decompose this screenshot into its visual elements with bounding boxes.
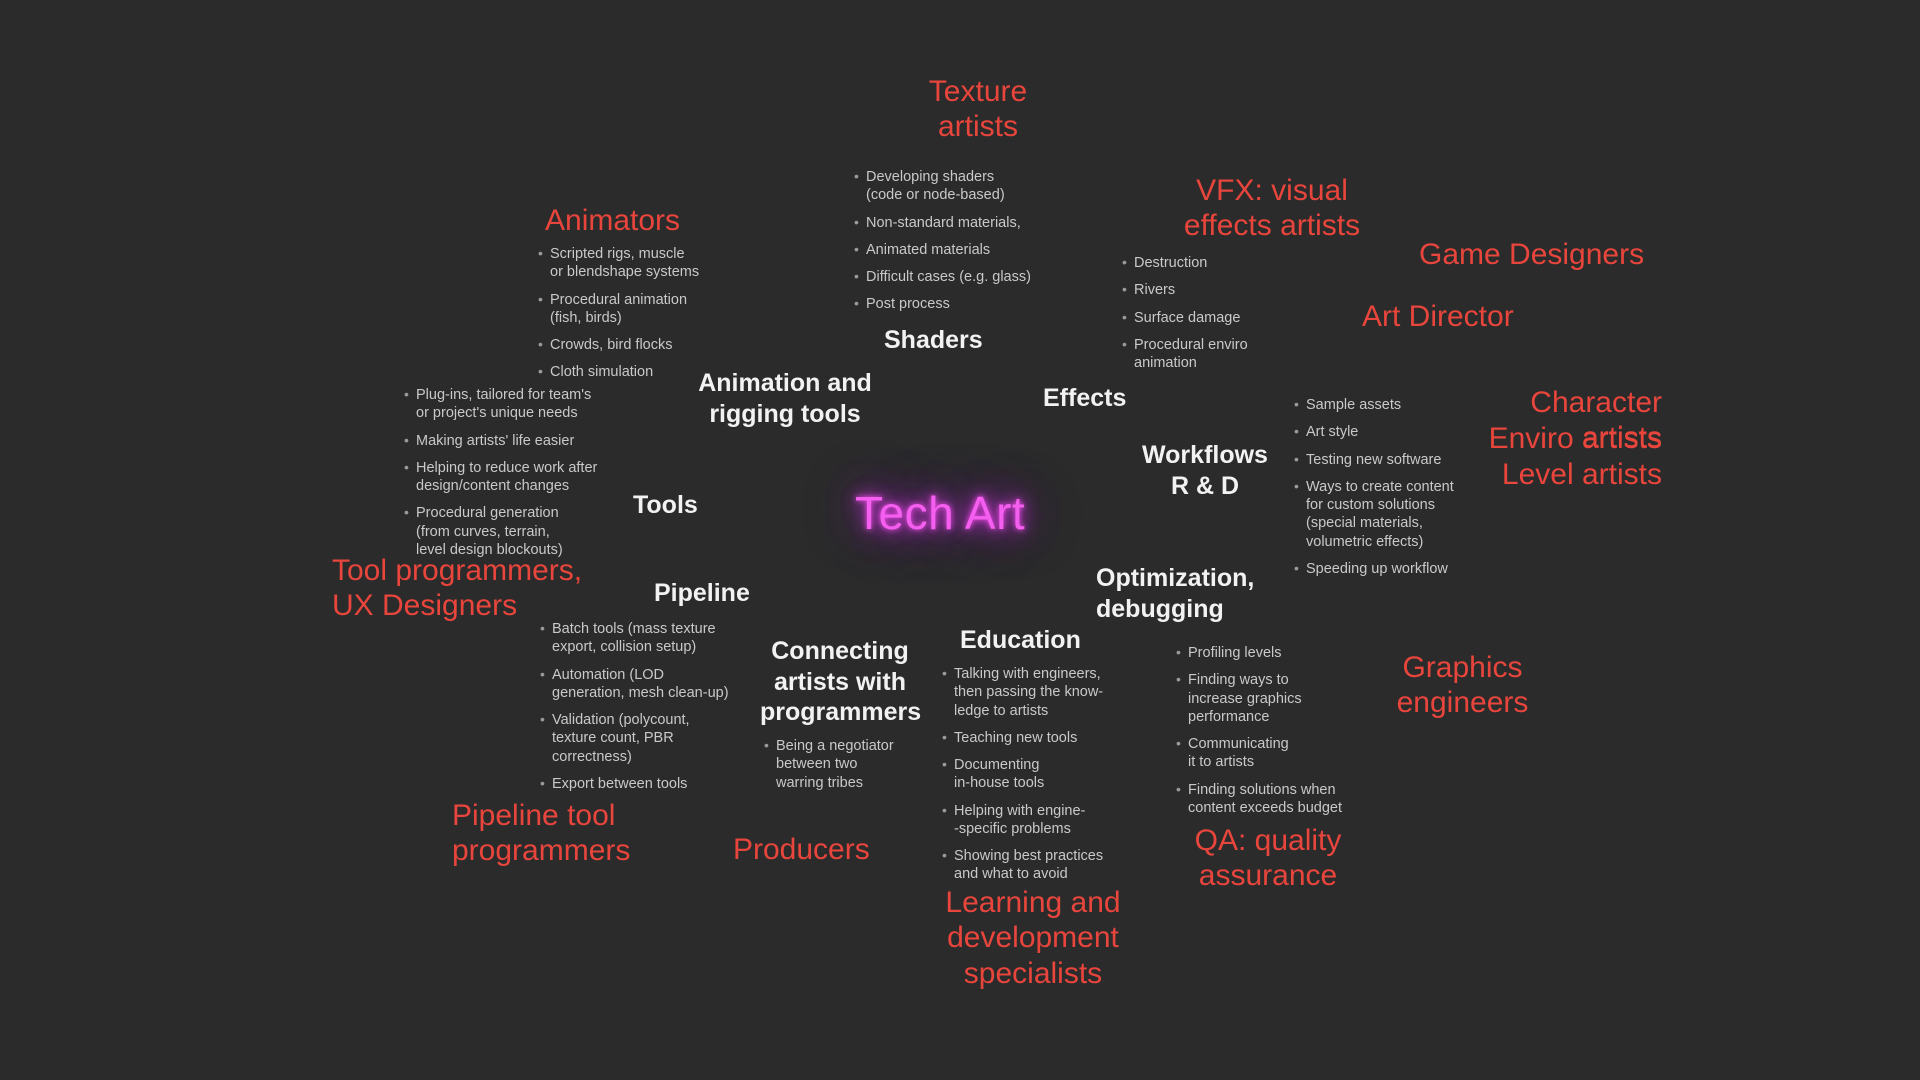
list-item: Difficult cases (e.g. glass) [854,268,1104,286]
role-pipeline-tool-programmers: Pipeline tool programmers [452,799,631,868]
tech-art-mindmap-canvas: Texture artists Developing shaders (code… [0,0,1920,1080]
effects-bullets: Destruction Rivers Surface damage Proced… [1122,254,1282,372]
role-producers: Producers [733,833,870,866]
list-item: Developing shaders (code or node-based) [854,168,1104,205]
list-item: Procedural enviro animation [1122,336,1282,373]
role-animators: Animators [545,204,681,237]
list-item: Animated materials [854,241,1104,259]
role-qa: QA: quality assurance [1194,824,1342,893]
list-item: Being a negotiator between two warring t… [764,737,954,792]
category-heading-optimization: Optimization, debugging [1096,564,1255,623]
list-item: Documenting in-house tools [942,756,1147,793]
list-item: Plug-ins, tailored for team's or project… [404,386,634,423]
list-item: Rivers [1122,281,1282,299]
list-item: Validation (polycount, texture count, PB… [540,711,755,766]
bullet-list: Talking with engineers, then passing the… [942,665,1147,884]
bullet-list: Developing shaders (code or node-based) … [854,168,1104,314]
list-item: Non-standard materials, [854,214,1104,232]
list-item: Crowds, bird flocks [538,336,778,354]
list-item: Batch tools (mass texture export, collis… [540,620,755,657]
list-item: Helping with engine- -specific problems [942,802,1147,839]
education-bullets: Talking with engineers, then passing the… [942,665,1147,884]
list-item: Automation (LOD generation, mesh clean-u… [540,666,755,703]
list-item: Procedural generation (from curves, terr… [404,504,634,559]
tools-bullets: Plug-ins, tailored for team's or project… [404,386,634,559]
bullet-list: Profiling levels Finding ways to increas… [1176,644,1361,817]
role-vfx-artists: VFX: visual effects artists [1183,174,1361,243]
category-heading-pipeline: Pipeline [654,579,750,607]
list-item: Talking with engineers, then passing the… [942,665,1147,720]
list-item: Speeding up workflow [1294,560,1489,578]
role-texture-artists: Texture artists [928,75,1028,144]
bullet-list: Scripted rigs, muscle or blendshape syst… [538,245,778,382]
role-level-artists: Level artists [1501,458,1662,491]
list-item: Post process [854,295,1104,313]
list-item: Helping to reduce work after design/cont… [404,459,634,496]
animation-rigging-bullets: Scripted rigs, muscle or blendshape syst… [538,245,778,382]
list-item: Making artists' life easier [404,432,634,450]
category-heading-education: Education [960,626,1081,654]
role-art-director: Art Director [1362,300,1514,333]
list-item: Teaching new tools [942,729,1147,747]
list-item: Finding ways to increase graphics perfor… [1176,671,1361,726]
category-heading-tools: Tools [633,491,698,519]
list-item: Profiling levels [1176,644,1361,662]
bullet-list: Plug-ins, tailored for team's or project… [404,386,634,559]
list-item: Communicating it to artists [1176,735,1361,772]
list-item: Procedural animation (fish, birds) [538,291,778,328]
category-heading-animation-rigging: Animation and rigging tools [698,369,872,428]
category-heading-workflows: Workflows R & D [1142,441,1268,500]
pipeline-bullets: Batch tools (mass texture export, collis… [540,620,755,793]
list-item: Destruction [1122,254,1282,272]
role-tool-programmers: Tool programmers, UX Designers [332,554,583,623]
category-heading-effects: Effects [1043,384,1127,412]
list-item: Surface damage [1122,309,1282,327]
list-item: Finding solutions when content exceeds b… [1176,781,1361,818]
role-graphics-engineers: Graphics engineers [1396,651,1529,720]
role-enviro-artists: Enviro artists [1488,422,1662,455]
category-heading-connecting: Connecting artists with programmers [760,637,922,726]
list-item: Export between tools [540,775,755,793]
bullet-list: Destruction Rivers Surface damage Proced… [1122,254,1282,372]
role-learning-development-specialists: Learning and development specialists [945,886,1121,990]
optimization-bullets: Profiling levels Finding ways to increas… [1176,644,1361,817]
center-title-tech-art: Tech Art [855,487,1026,539]
connecting-bullets: Being a negotiator between two warring t… [764,737,954,792]
shaders-bullets: Developing shaders (code or node-based) … [854,168,1104,314]
list-item: Scripted rigs, muscle or blendshape syst… [538,245,778,282]
category-heading-shaders: Shaders [884,326,983,354]
role-game-designers: Game Designers [1419,238,1645,271]
bullet-list: Being a negotiator between two warring t… [764,737,954,792]
list-item: Showing best practices and what to avoid [942,847,1147,884]
bullet-list: Batch tools (mass texture export, collis… [540,620,755,793]
